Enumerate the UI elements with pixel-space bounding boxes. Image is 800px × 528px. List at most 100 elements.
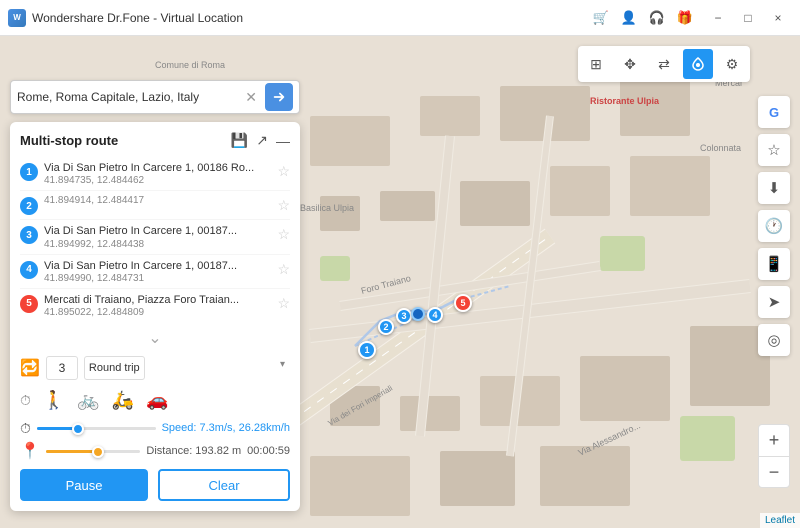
route-item: 2 41.894914, 12.484417 ☆ <box>20 191 290 220</box>
map-toolbar: ⊞ ✥ ⇄ ⚙ <box>578 46 750 82</box>
panel-export-icon[interactable]: ↗ <box>256 132 268 149</box>
trip-mode-select-wrap: One way Round trip Loop <box>84 356 290 380</box>
location-tool-button[interactable] <box>683 49 713 79</box>
user-icon[interactable]: 👤 <box>618 7 640 29</box>
clear-button[interactable]: Clear <box>158 469 290 501</box>
route-info-3: Via Di San Pietro In Carcere 1, 00187...… <box>44 224 271 249</box>
route-num-5: 5 <box>20 295 38 313</box>
zoom-in-button[interactable]: + <box>758 424 790 456</box>
transport-mode-row: ⏱ 🚶 🚲 🛵 🚗 <box>20 386 290 415</box>
trip-count-input[interactable] <box>46 356 78 380</box>
cart-icon[interactable]: 🛒 <box>590 7 612 29</box>
route-list: 1 Via Di San Pietro In Carcere 1, 00186 … <box>20 157 290 322</box>
car-icon[interactable]: 🚗 <box>146 390 168 411</box>
gift-icon[interactable]: 🎁 <box>674 7 696 29</box>
action-buttons-row: Pause Clear <box>20 469 290 501</box>
settings-tool-button[interactable]: ⚙ <box>717 49 747 79</box>
speed-slider-wrap <box>37 419 156 437</box>
panel-header: Multi-stop route 💾 ↗ — <box>20 132 290 149</box>
zoom-controls: + − <box>758 424 790 488</box>
close-button[interactable]: × <box>764 8 792 28</box>
distance-slider-wrap <box>46 442 140 460</box>
route-tool-button[interactable]: ⇄ <box>649 49 679 79</box>
route-coords-2: 41.894914, 12.484417 <box>44 195 271 206</box>
route-address-1: Via Di San Pietro In Carcere 1, 00186 Ro… <box>44 161 271 175</box>
speed-slider-thumb[interactable] <box>72 423 84 435</box>
walk-icon[interactable]: 🚶 <box>43 390 65 411</box>
route-coords-5: 41.895022, 12.484809 <box>44 307 271 318</box>
maximize-button[interactable]: □ <box>734 8 762 28</box>
route-num-1: 1 <box>20 163 38 181</box>
app-title: Wondershare Dr.Fone - Virtual Location <box>32 11 590 25</box>
trip-controls-row: 🔁 One way Round trip Loop <box>20 356 290 380</box>
zoom-out-button[interactable]: − <box>758 456 790 488</box>
panel-save-icon[interactable]: 💾 <box>231 132 248 149</box>
time-label: 00:00:59 <box>247 445 290 457</box>
map-point-current[interactable] <box>411 307 425 321</box>
route-address-5: Mercati di Traiano, Piazza Foro Traian..… <box>44 293 271 307</box>
distance-slider-fill <box>46 450 98 453</box>
location-pin-icon: 📍 <box>20 441 40 461</box>
arrow-right-icon <box>272 90 286 104</box>
history-button[interactable]: 🕐 <box>758 210 790 242</box>
compass-button[interactable]: ➤ <box>758 286 790 318</box>
favorites-button[interactable]: ☆ <box>758 134 790 166</box>
map-point-4[interactable]: 4 <box>427 307 443 323</box>
route-item: 3 Via Di San Pietro In Carcere 1, 00187.… <box>20 220 290 254</box>
panel-header-icons: 💾 ↗ — <box>231 132 290 149</box>
search-bar: ✕ <box>10 80 300 114</box>
route-address-3: Via Di San Pietro In Carcere 1, 00187... <box>44 224 271 238</box>
route-num-3: 3 <box>20 226 38 244</box>
distance-label: Distance: 193.82 m <box>146 445 241 457</box>
route-num-4: 4 <box>20 261 38 279</box>
route-star-1[interactable]: ☆ <box>277 163 290 180</box>
app-logo: W <box>8 9 26 27</box>
speedometer-icon: ⏱ <box>20 392 31 409</box>
search-go-button[interactable] <box>265 83 293 111</box>
right-sidebar: G ☆ ⬇ 🕐 📱 ➤ ◎ <box>758 96 790 356</box>
headset-icon[interactable]: 🎧 <box>646 7 668 29</box>
route-coords-3: 41.894992, 12.484438 <box>44 239 271 250</box>
leaflet-link[interactable]: Leaflet <box>765 515 795 526</box>
search-clear-icon[interactable]: ✕ <box>241 89 261 106</box>
window-controls: − □ × <box>704 8 792 28</box>
map-point-2[interactable]: 2 <box>378 319 394 335</box>
map-point-1[interactable]: 1 <box>358 341 376 359</box>
route-star-5[interactable]: ☆ <box>277 295 290 312</box>
map-point-5[interactable]: 5 <box>454 294 472 312</box>
panel-minimize-icon[interactable]: — <box>276 133 290 149</box>
minimize-button[interactable]: − <box>704 8 732 28</box>
route-item: 4 Via Di San Pietro In Carcere 1, 00187.… <box>20 255 290 289</box>
move-tool-button[interactable]: ✥ <box>615 49 645 79</box>
location-tool-icon <box>691 57 705 71</box>
speed-slider-track <box>37 427 156 430</box>
device-button[interactable]: 📱 <box>758 248 790 280</box>
route-star-4[interactable]: ☆ <box>277 261 290 278</box>
route-info-5: Mercati di Traiano, Piazza Foro Traian..… <box>44 293 271 318</box>
target-button[interactable]: ◎ <box>758 324 790 356</box>
download-button[interactable]: ⬇ <box>758 172 790 204</box>
map-point-3[interactable]: 3 <box>396 308 412 324</box>
chevron-down-icon[interactable]: ⌄ <box>20 328 290 348</box>
repeat-icon: 🔁 <box>20 358 40 378</box>
speed-row: ⏱ Speed: 7.3m/s, 26.28km/h <box>20 419 290 437</box>
distance-slider-thumb[interactable] <box>92 446 104 458</box>
route-info-1: Via Di San Pietro In Carcere 1, 00186 Ro… <box>44 161 271 186</box>
title-bar-action-icons: 🛒 👤 🎧 🎁 <box>590 7 696 29</box>
route-item: 5 Mercati di Traiano, Piazza Foro Traian… <box>20 289 290 322</box>
route-num-2: 2 <box>20 197 38 215</box>
distance-slider-track <box>46 450 140 453</box>
speed-gauge-icon: ⏱ <box>20 420 31 437</box>
scooter-icon[interactable]: 🛵 <box>112 390 134 411</box>
svg-text:Comune di Roma: Comune di Roma <box>155 60 225 70</box>
route-star-2[interactable]: ☆ <box>277 197 290 214</box>
route-item: 1 Via Di San Pietro In Carcere 1, 00186 … <box>20 157 290 191</box>
bike-icon[interactable]: 🚲 <box>77 390 99 411</box>
google-maps-button[interactable]: G <box>758 96 790 128</box>
route-star-3[interactable]: ☆ <box>277 226 290 243</box>
trip-mode-select[interactable]: One way Round trip Loop <box>84 356 145 380</box>
grid-tool-button[interactable]: ⊞ <box>581 49 611 79</box>
pause-button[interactable]: Pause <box>20 469 148 501</box>
search-input[interactable] <box>17 90 241 104</box>
route-coords-1: 41.894735, 12.484462 <box>44 175 271 186</box>
